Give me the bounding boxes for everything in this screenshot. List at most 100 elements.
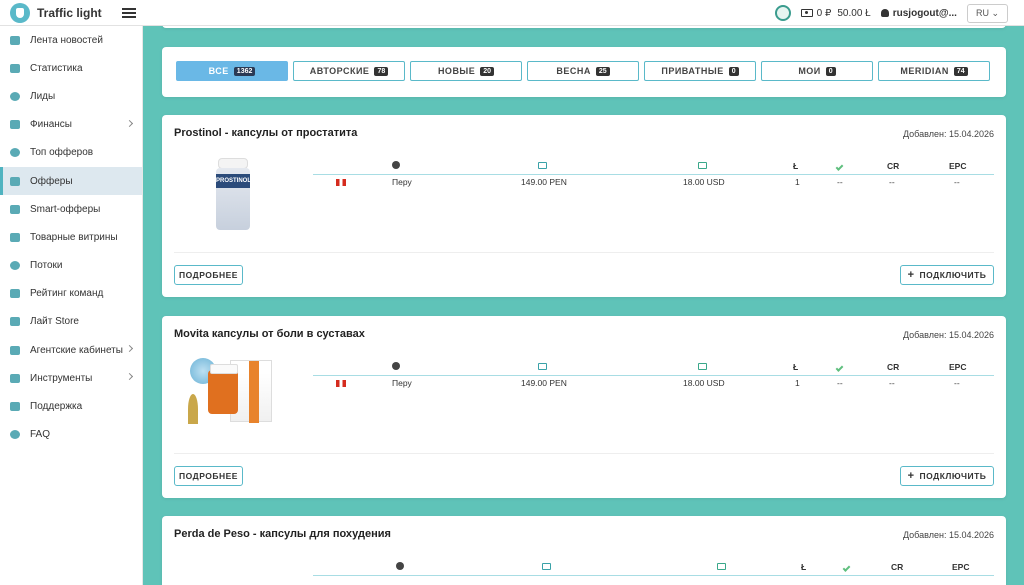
sidebar-item-news[interactable]: Лента новостей (0, 26, 142, 54)
details-button[interactable]: ПОДРОБНЕЕ (174, 466, 243, 486)
approve: -- (837, 378, 843, 388)
sidebar-item-agency[interactable]: Агентские кабинеты (0, 336, 142, 364)
logo[interactable]: Traffic light (10, 2, 110, 23)
header-price-icon (538, 362, 547, 372)
country: Перу (392, 378, 412, 388)
offer-image[interactable] (184, 354, 280, 434)
sidebar-item-team-rating[interactable]: Рейтинг команд (0, 280, 142, 308)
tab-spring[interactable]: ВЕСНА 25 (527, 61, 639, 81)
header-globe-icon (392, 161, 400, 171)
tab-label: ПРИВАТНЫЕ (661, 66, 724, 76)
tab-label: МОИ (798, 66, 821, 76)
cash-icon (538, 363, 547, 370)
sidebar-item-lite-store[interactable]: Лайт Store (0, 308, 142, 336)
cash-icon (542, 563, 551, 570)
tab-mine[interactable]: МОИ 0 (761, 61, 873, 81)
epc: -- (954, 177, 960, 187)
header-points: Ł (793, 362, 799, 372)
header-payout-icon (698, 362, 707, 372)
header-payout-icon (717, 562, 726, 572)
header-price-icon (538, 161, 547, 171)
monitor-icon (10, 345, 20, 355)
price: 149.00 PEN (521, 177, 567, 187)
tab-new[interactable]: НОВЫЕ 20 (410, 61, 522, 81)
header-approve-icon (835, 362, 844, 372)
sidebar-item-label: Агентские кабинеты (30, 344, 123, 356)
logo-icon (10, 2, 30, 23)
plus-icon: + (907, 269, 915, 281)
header-points: Ł (801, 562, 807, 572)
chart-icon (10, 63, 20, 73)
sidebar-item-label: Лента новостей (30, 34, 103, 46)
app-name: Traffic light (37, 5, 102, 20)
header-approve-icon (835, 161, 844, 171)
sidebar-item-label: Товарные витрины (30, 231, 118, 243)
connect-label: ПОДКЛЮЧИТЬ (919, 270, 987, 280)
sidebar-item-stats[interactable]: Статистика (0, 54, 142, 82)
sidebar-item-offers[interactable]: Офферы (0, 166, 142, 196)
sidebar-item-tools[interactable]: Инструменты (0, 364, 142, 392)
connect-button[interactable]: + ПОДКЛЮЧИТЬ (900, 466, 994, 486)
offer-card: Movita капсулы от боли в суставах Добавл… (162, 316, 1006, 498)
approve: -- (837, 177, 843, 187)
tab-count-badge: 0 (728, 66, 739, 76)
cash-icon (698, 363, 707, 370)
cr: -- (889, 177, 895, 187)
sidebar-item-streams[interactable]: Потоки (0, 252, 142, 280)
sidebar-item-leads[interactable]: Лиды (0, 82, 142, 110)
sidebar-item-finance[interactable]: Финансы (0, 111, 142, 139)
language-select[interactable]: RU ⌄ (966, 3, 1008, 23)
tab-authors[interactable]: АВТОРСКИЕ 78 (293, 61, 405, 81)
sidebar-item-label: Офферы (30, 175, 73, 187)
support-icon (10, 402, 20, 412)
tab-private[interactable]: ПРИВАТНЫЕ 0 (644, 61, 756, 81)
sidebar-item-label: Лиды (30, 90, 56, 102)
chevron-right-icon (125, 345, 134, 353)
users-icon (10, 289, 20, 299)
header-cr: CR (891, 562, 904, 572)
chevron-right-icon (125, 119, 134, 127)
sidebar-item-label: Потоки (30, 260, 63, 272)
header-payout-icon (698, 161, 707, 171)
tab-count-badge: 1362 (233, 66, 256, 76)
tab-count-badge: 20 (480, 66, 495, 76)
user-menu[interactable]: rusjogout@... (893, 8, 957, 19)
sidebar-item-smart-offers[interactable]: Smart-офферы (0, 195, 142, 223)
store-icon (10, 317, 20, 327)
user-icon (880, 9, 889, 17)
connect-button[interactable]: + ПОДКЛЮЧИТЬ (900, 265, 994, 285)
offer-title[interactable]: Movita капсулы от боли в суставах (174, 328, 365, 340)
globe-icon (396, 562, 404, 570)
sidebar-item-faq[interactable]: FAQ (0, 421, 142, 449)
sidebar-item-label: Рейтинг команд (30, 288, 104, 300)
details-button[interactable]: ПОДРОБНЕЕ (174, 265, 243, 285)
filter-card: ВСЕ 1362 АВТОРСКИЕ 78 НОВЫЕ 20 ВЕСНА 25 ПРИВ… (162, 47, 1006, 97)
top-bar: Traffic light 0 ₽ 50.00 Ł rusjogout@... … (0, 0, 1024, 26)
sidebar-item-top-offers[interactable]: Топ офферов (0, 139, 142, 167)
cash-icon (698, 162, 707, 169)
link-icon (10, 261, 20, 271)
tab-label: ВСЕ (208, 66, 229, 76)
sidebar-item-showcases[interactable]: Товарные витрины (0, 223, 142, 251)
tab-count-badge: 74 (953, 66, 968, 76)
header-epc: EPC (952, 562, 970, 572)
check-circle-icon (10, 91, 20, 101)
cart-icon (10, 176, 20, 186)
points: 1 (795, 378, 800, 388)
storefront-icon (10, 232, 20, 242)
tab-all[interactable]: ВСЕ 1362 (176, 61, 288, 81)
offer-image[interactable]: PROSTINOL (184, 153, 280, 233)
payout: 18.00 USD (683, 177, 725, 187)
sidebar-item-label: Финансы (30, 119, 72, 131)
peru-flag-icon (336, 380, 346, 387)
tab-meridian[interactable]: MERIDIAN 74 (878, 61, 990, 81)
menu-toggle-icon[interactable] (122, 7, 136, 18)
cart-icon (10, 204, 20, 214)
cr: -- (889, 378, 895, 388)
offer-title[interactable]: Prostinol - капсулы от простатита (174, 127, 357, 139)
offer-title[interactable]: Perda de Peso - капсулы для похудения (174, 528, 391, 540)
header-cr: CR (887, 362, 900, 372)
globe-icon[interactable] (774, 5, 791, 21)
sidebar-item-support[interactable]: Поддержка (0, 392, 142, 420)
tab-label: АВТОРСКИЕ (309, 66, 370, 76)
